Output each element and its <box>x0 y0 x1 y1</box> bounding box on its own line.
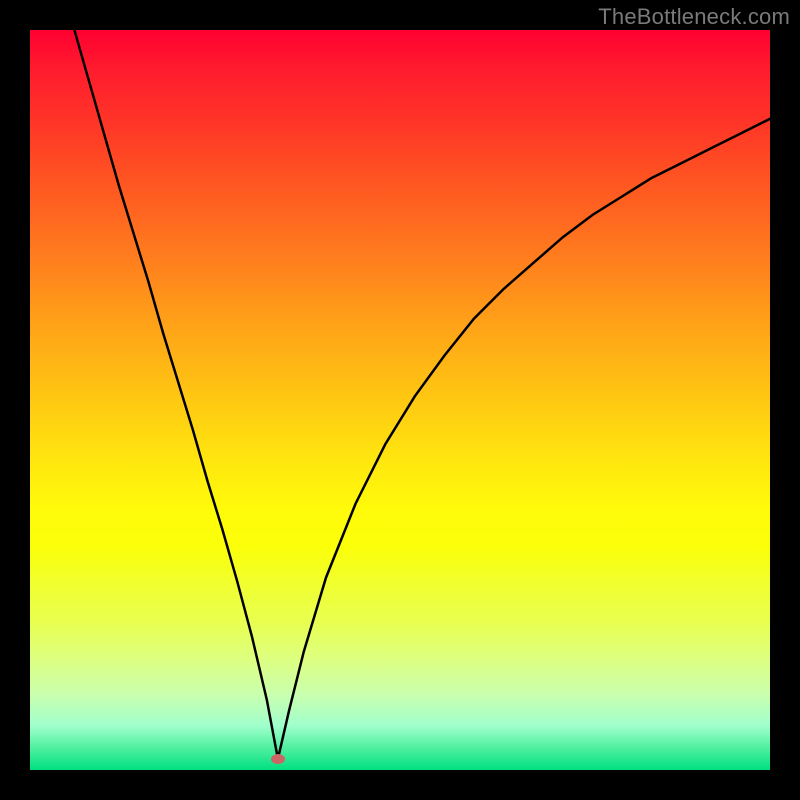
bottleneck-curve <box>30 30 770 770</box>
plot-background <box>30 30 770 770</box>
watermark-text: TheBottleneck.com <box>598 4 790 30</box>
optimal-point-marker <box>271 754 285 764</box>
curve-path <box>74 30 770 759</box>
chart-frame: TheBottleneck.com <box>0 0 800 800</box>
